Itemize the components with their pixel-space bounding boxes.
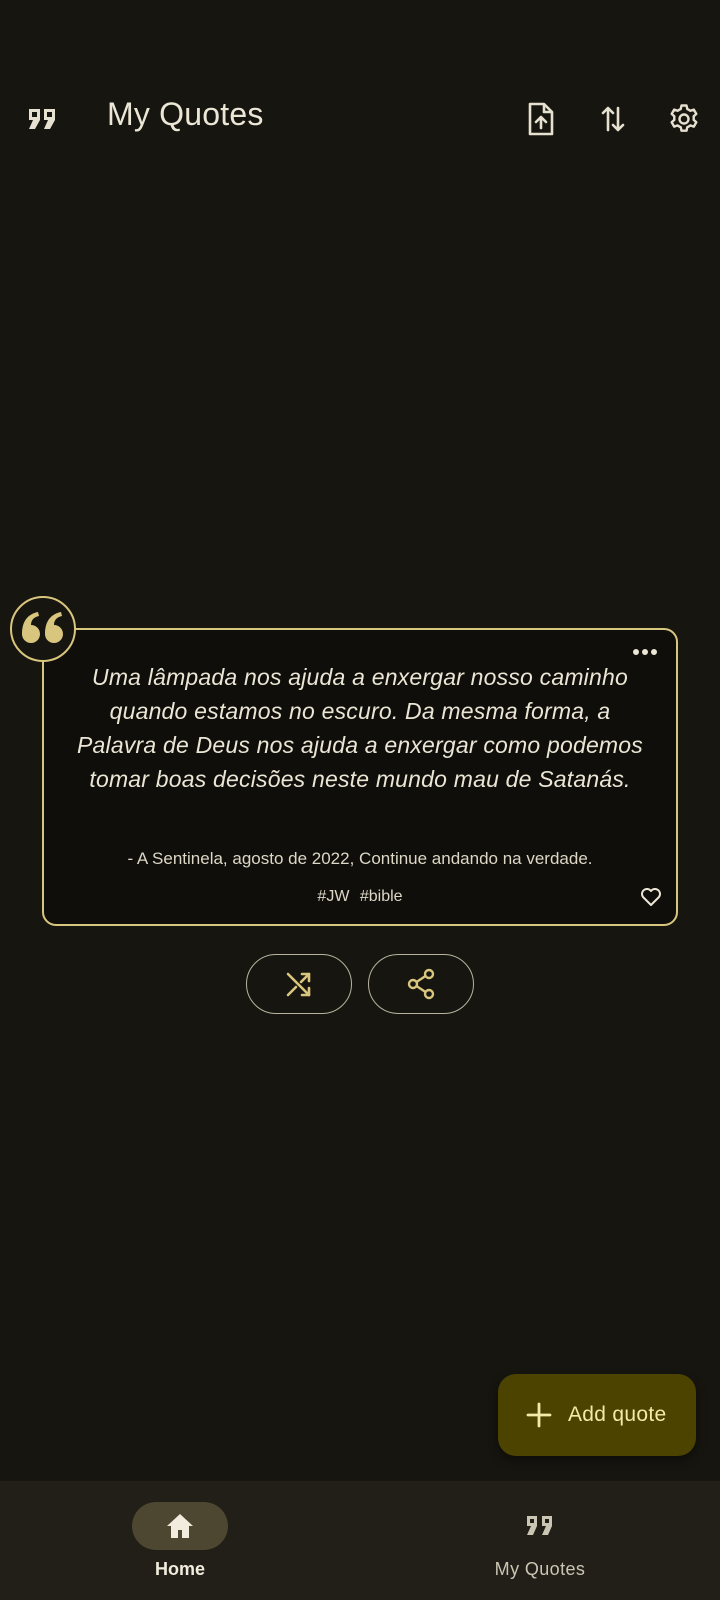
share-icon [407, 968, 435, 1000]
gear-icon [670, 104, 698, 132]
shuffle-button[interactable] [246, 954, 352, 1014]
quote-text: Uma lâmpada nos ajuda a enxergar nosso c… [77, 664, 643, 792]
quote-tags: #JW #bible [44, 888, 676, 906]
add-quote-label: Add quote [568, 1403, 667, 1426]
nav-item-my-quotes[interactable]: My Quotes [360, 1481, 720, 1600]
top-app-bar: My Quotes [0, 70, 720, 168]
nav-label-my-quotes: My Quotes [494, 1559, 586, 1579]
heart-outline-icon [641, 888, 661, 906]
app-screen: My Quotes Uma lâmpada nos ajuda a enxerg… [0, 0, 720, 1600]
quote-card-container: Uma lâmpada nos ajuda a enxergar nosso c… [42, 628, 678, 926]
nav-item-home[interactable]: Home [0, 1481, 360, 1600]
share-button[interactable] [368, 954, 474, 1014]
quote-icon [524, 1510, 556, 1542]
quote-card[interactable]: Uma lâmpada nos ajuda a enxergar nosso c… [42, 628, 678, 926]
tag-chip[interactable]: #JW [317, 888, 349, 905]
shuffle-icon [286, 972, 311, 997]
settings-button[interactable] [663, 98, 705, 140]
tag-chip[interactable]: #bible [360, 888, 403, 905]
more-horizontal-icon [633, 649, 657, 655]
file-upload-icon [528, 102, 554, 136]
home-icon [164, 1510, 196, 1542]
plus-icon [526, 1402, 552, 1428]
export-button[interactable] [520, 98, 562, 140]
sort-button[interactable] [592, 98, 634, 140]
quote-open-icon [22, 612, 63, 643]
quote-source: - A Sentinela, agosto de 2022, Continue … [127, 849, 593, 868]
bottom-navigation: Home My Quotes [0, 1481, 720, 1600]
page-title: My Quotes [107, 96, 264, 132]
quote-badge [10, 596, 76, 662]
favorite-button[interactable] [638, 884, 664, 910]
add-quote-button[interactable]: Add quote [498, 1374, 696, 1456]
nav-label-home: Home [154, 1559, 205, 1579]
quote-icon [22, 100, 62, 138]
swap-vertical-icon [601, 106, 625, 132]
